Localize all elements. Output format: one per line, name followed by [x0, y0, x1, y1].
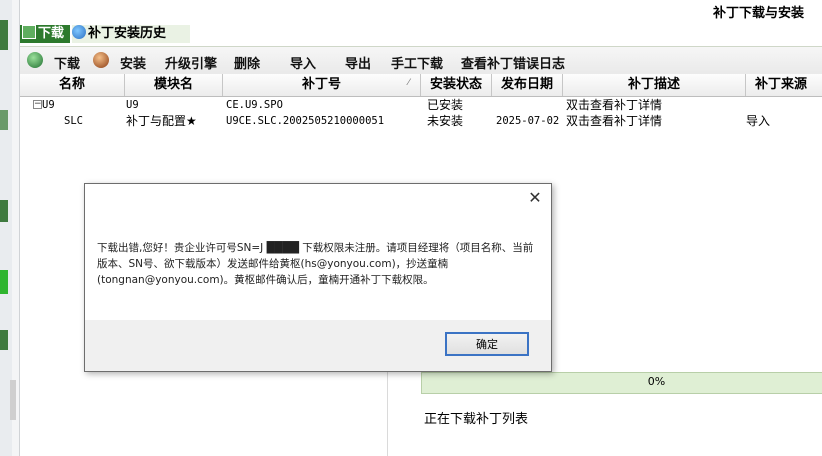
column-header-module[interactable]: 模块名 [125, 74, 223, 96]
sort-indicator-icon: ⁄ [408, 78, 410, 88]
ok-button[interactable]: 确定 [445, 332, 529, 356]
dialog-message: 下载出错,您好！贵企业许可号SN=J ████ 下载权限未注册。请项目经理将（项… [97, 242, 534, 286]
cell-date: 2025-07-02 [496, 115, 560, 127]
cell-source: 导入 [746, 114, 771, 128]
toolbar: 下载 安装 升级引擎 删除 导入 导出 手工下载 查看补丁错误日志 [20, 46, 822, 76]
error-dialog: ✕ 下载出错,您好！贵企业许可号SN=J ████ 下载权限未注册。请项目经理将… [84, 183, 552, 372]
globe-download-icon[interactable] [27, 52, 43, 68]
globe-icon [72, 25, 86, 39]
tab-download-label: 下载 [38, 26, 65, 41]
window-title: 补丁下载与安装 [712, 6, 804, 21]
download-button[interactable]: 下载 [54, 53, 80, 72]
nav-marker[interactable] [0, 330, 8, 350]
cell-description: 双击查看补丁详情 [566, 114, 663, 128]
import-button[interactable]: 导入 [290, 53, 316, 72]
table-row[interactable]: − U9 U9 CE.U9.SPO 已安装 双击查看补丁详情 [20, 97, 822, 113]
table-row[interactable]: SLC 补丁与配置★ U9CE.SLC.2002505210000051 未安装… [20, 113, 822, 129]
status-message: 正在下载补丁列表 [424, 412, 529, 427]
cell-status: 未安装 [427, 114, 464, 128]
dialog-footer: 确定 [85, 320, 551, 371]
cell-name: SLC [64, 115, 83, 127]
nav-marker[interactable] [0, 270, 8, 294]
collapse-toggle-icon[interactable]: − [33, 100, 42, 109]
cell-status: 已安装 [427, 98, 464, 112]
nav-marker[interactable] [0, 20, 8, 50]
column-header-patch-no[interactable]: 补丁号 [223, 74, 421, 96]
column-header-source[interactable]: 补丁来源 [746, 74, 816, 96]
cell-module: U9 [126, 99, 139, 111]
nav-marker[interactable] [0, 110, 8, 130]
tab-install-history[interactable]: 补丁安装历史 [72, 25, 190, 43]
delete-button[interactable]: 删除 [234, 53, 260, 72]
progress-percent-label: 0% [647, 375, 666, 388]
export-button[interactable]: 导出 [345, 53, 371, 72]
install-button[interactable]: 安装 [120, 53, 146, 72]
cell-patch-no: CE.U9.SPO [226, 99, 283, 111]
download-tab-icon [22, 25, 36, 39]
column-header-name[interactable]: 名称 [20, 74, 125, 96]
nav-marker[interactable] [0, 200, 8, 222]
column-header-status[interactable]: 安装状态 [421, 74, 492, 96]
cell-patch-no: U9CE.SLC.2002505210000051 [226, 115, 385, 127]
install-icon[interactable] [93, 52, 109, 68]
upgrade-engine-button[interactable]: 升级引擎 [165, 53, 217, 72]
column-header-date[interactable]: 发布日期 [492, 74, 563, 96]
view-error-log-button[interactable]: 查看补丁错误日志 [461, 53, 565, 72]
column-header-description[interactable]: 补丁描述 [563, 74, 746, 96]
scrollbar-thumb[interactable] [10, 380, 16, 420]
tab-history-label: 补丁安装历史 [88, 26, 167, 41]
cell-module: 补丁与配置★ [126, 114, 197, 128]
cell-name: U9 [42, 99, 55, 111]
cell-description: 双击查看补丁详情 [566, 98, 663, 112]
close-icon[interactable]: ✕ [527, 190, 543, 206]
manual-download-button[interactable]: 手工下载 [391, 53, 443, 72]
patch-table-header: 名称 模块名 补丁号 安装状态 发布日期 补丁描述 补丁来源 ⁄ [20, 74, 822, 97]
tab-download[interactable]: 下载 [20, 25, 70, 43]
